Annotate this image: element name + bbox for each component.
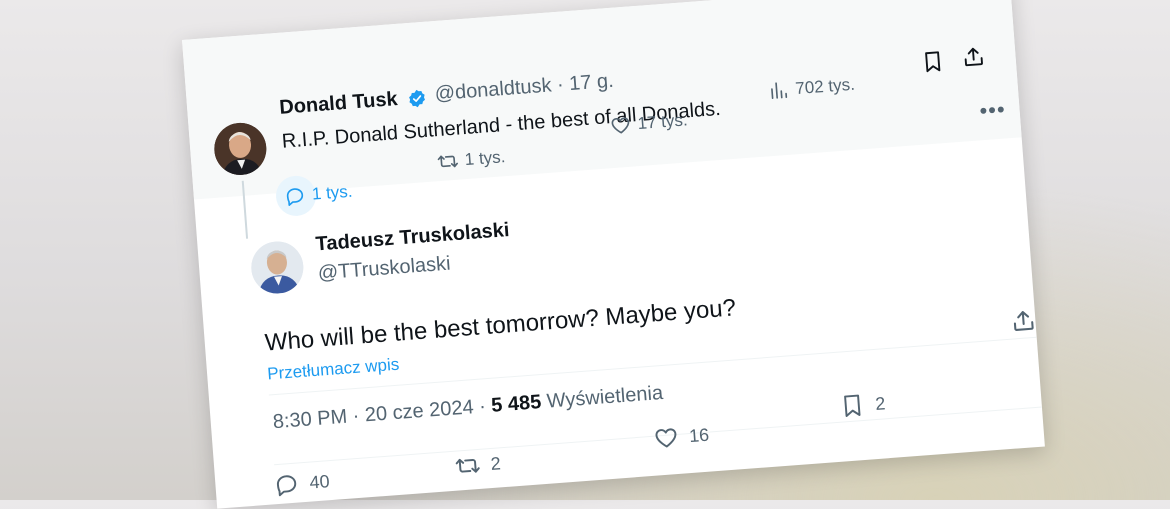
verified-badge-icon bbox=[409, 89, 425, 108]
bookmark-icon bbox=[844, 394, 861, 417]
quoted-view-count: 702 tys. bbox=[794, 74, 856, 99]
quoted-retweet-count: 1 tys. bbox=[464, 147, 506, 170]
more-options-icon[interactable]: ••• bbox=[979, 96, 1007, 124]
reply-tweet-text: Who will be the best tomorrow? Maybe you… bbox=[263, 294, 737, 357]
share-icon[interactable] bbox=[961, 44, 987, 70]
tweet-view-count: 5 485 bbox=[490, 391, 543, 417]
retweet-button[interactable]: 2 bbox=[454, 450, 502, 479]
views-icon bbox=[771, 82, 788, 100]
share-icon[interactable] bbox=[1009, 307, 1037, 335]
quoted-reply-count: 1 tys. bbox=[311, 181, 354, 204]
tweet-time-date[interactable]: 8:30 PM · 20 cze 2024 · bbox=[272, 395, 492, 433]
reply-icon bbox=[276, 475, 297, 497]
tweet-card: Donald Tusk @donaldtusk · 17 g. R.I.P. D… bbox=[182, 0, 1045, 509]
like-icon bbox=[611, 117, 630, 134]
retweet-icon bbox=[455, 458, 480, 473]
reply-button[interactable]: 40 bbox=[273, 468, 331, 498]
tweet-views-label: Wyświetlenia bbox=[540, 381, 664, 414]
bookmark-count: 2 bbox=[874, 392, 886, 414]
like-count: 16 bbox=[688, 424, 710, 446]
reply-icon bbox=[286, 188, 304, 206]
translate-link[interactable]: Przetłumacz wpis bbox=[267, 355, 400, 385]
bookmark-icon[interactable] bbox=[920, 49, 946, 75]
like-icon bbox=[655, 428, 677, 448]
bookmark-button[interactable]: 2 bbox=[838, 390, 886, 419]
retweet-icon bbox=[437, 155, 459, 168]
like-button[interactable]: 16 bbox=[652, 422, 710, 452]
quoted-like-count: 17 tys. bbox=[636, 110, 689, 134]
avatar-tadeusz-truskolaski[interactable] bbox=[249, 239, 306, 296]
quoted-reply-button[interactable]: 1 tys. bbox=[274, 174, 354, 218]
reply-author-name[interactable]: Tadeusz Truskolaski bbox=[315, 219, 510, 256]
reply-count: 40 bbox=[308, 470, 331, 493]
reply-author-handle[interactable]: @TTruskolaski bbox=[317, 253, 451, 286]
retweet-count: 2 bbox=[489, 452, 502, 474]
